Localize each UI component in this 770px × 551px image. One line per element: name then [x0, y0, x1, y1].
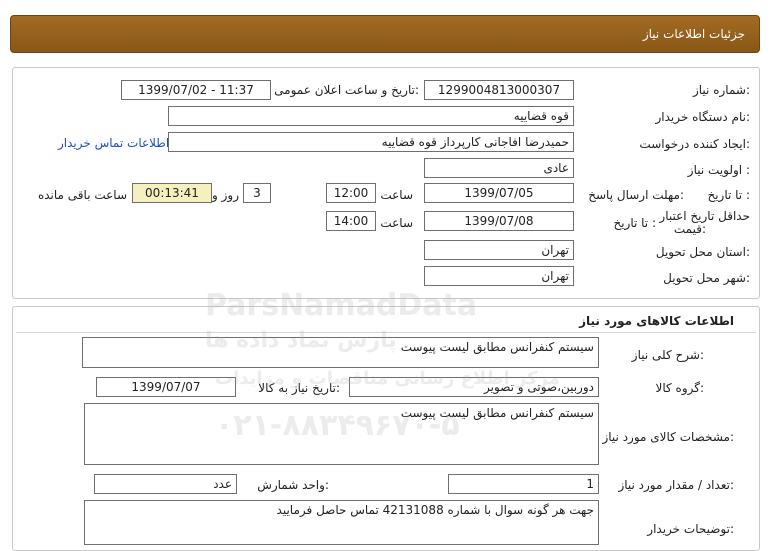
days-field: 3	[243, 183, 271, 203]
deadline-date-field: 1399/07/05	[424, 183, 574, 203]
page-title: جزئیات اطلاعات نیاز	[642, 27, 745, 41]
need-number-label: شماره نیاز:	[692, 83, 750, 97]
priority-field: عادی	[424, 158, 574, 178]
desc-field: سیستم کنفرانس مطابق لیست پیوست	[82, 337, 599, 368]
need-info-panel	[12, 67, 760, 299]
province-label: استان محل تحویل:	[655, 245, 750, 259]
announce-field: 1399/07/02 - 11:37	[121, 80, 271, 100]
validity-label-1: حداقل تاریخ اعتبار	[659, 209, 750, 223]
qty-field: 1	[448, 474, 599, 494]
need-date-label: تاریخ نیاز به کالا:	[258, 381, 340, 395]
goods-section-title: اطلاعات کالاهای مورد نیاز	[579, 314, 734, 328]
group-label: گروه کالا:	[655, 381, 705, 395]
remaining-time-field: 00:13:41	[132, 183, 212, 203]
priority-label: اولویت نیاز :	[687, 163, 750, 177]
need-number-field: 1299004813000307	[424, 80, 574, 100]
unit-field: عدد	[94, 474, 237, 494]
specs-label: مشخصات کالای مورد نیاز:	[602, 430, 734, 444]
validity-until-label: تا تاریخ :	[613, 216, 656, 230]
days-label: روز و	[212, 188, 239, 202]
unit-label: واحد شمارش:	[257, 478, 329, 492]
desc-label: شرح کلی نیاز:	[631, 348, 704, 362]
buyer-org-field: قوه قضاییه	[168, 106, 574, 126]
deadline-label: مهلت ارسال پاسخ:	[588, 188, 684, 202]
need-date-field: 1399/07/07	[96, 377, 236, 397]
deadline-until-label: تا تاریخ :	[707, 188, 750, 202]
creator-field: حمیدرضا افاجانی کارپرداز قوه قضاییه	[168, 132, 574, 152]
validity-label-2: قیمت:	[673, 222, 706, 236]
creator-label: ایجاد کننده درخواست:	[639, 137, 750, 151]
deadline-time-field: 12:00	[326, 183, 376, 203]
city-field: تهران	[424, 266, 574, 286]
qty-label: تعداد / مقدار مورد نیاز:	[618, 478, 734, 492]
group-field: دوربین،صوتی و تصویر	[349, 377, 599, 397]
goods-section-divider	[16, 332, 756, 333]
province-field: تهران	[424, 240, 574, 260]
specs-field: سیستم کنفرانس مطابق لیست پیوست	[84, 403, 599, 465]
validity-time-field: 14:00	[326, 211, 376, 231]
announce-label: تاریخ و ساعت اعلان عمومی:	[274, 83, 419, 97]
validity-date-field: 1399/07/08	[424, 211, 574, 231]
buyer-notes-label: توضیحات خریدار:	[647, 522, 734, 536]
buyer-org-label: نام دستگاه خریدار:	[655, 110, 751, 124]
remaining-label: ساعت باقی مانده	[37, 188, 127, 202]
validity-time-label: ساعت	[380, 216, 413, 230]
city-label: شهر محل تحویل:	[663, 271, 750, 285]
page-header: جزئیات اطلاعات نیاز	[10, 15, 760, 53]
buyer-contact-link[interactable]: اطلاعات تماس خریدار	[58, 136, 169, 150]
buyer-notes-field: جهت هر گونه سوال با شماره 42131088 تماس …	[84, 500, 599, 545]
deadline-time-label: ساعت	[380, 188, 413, 202]
